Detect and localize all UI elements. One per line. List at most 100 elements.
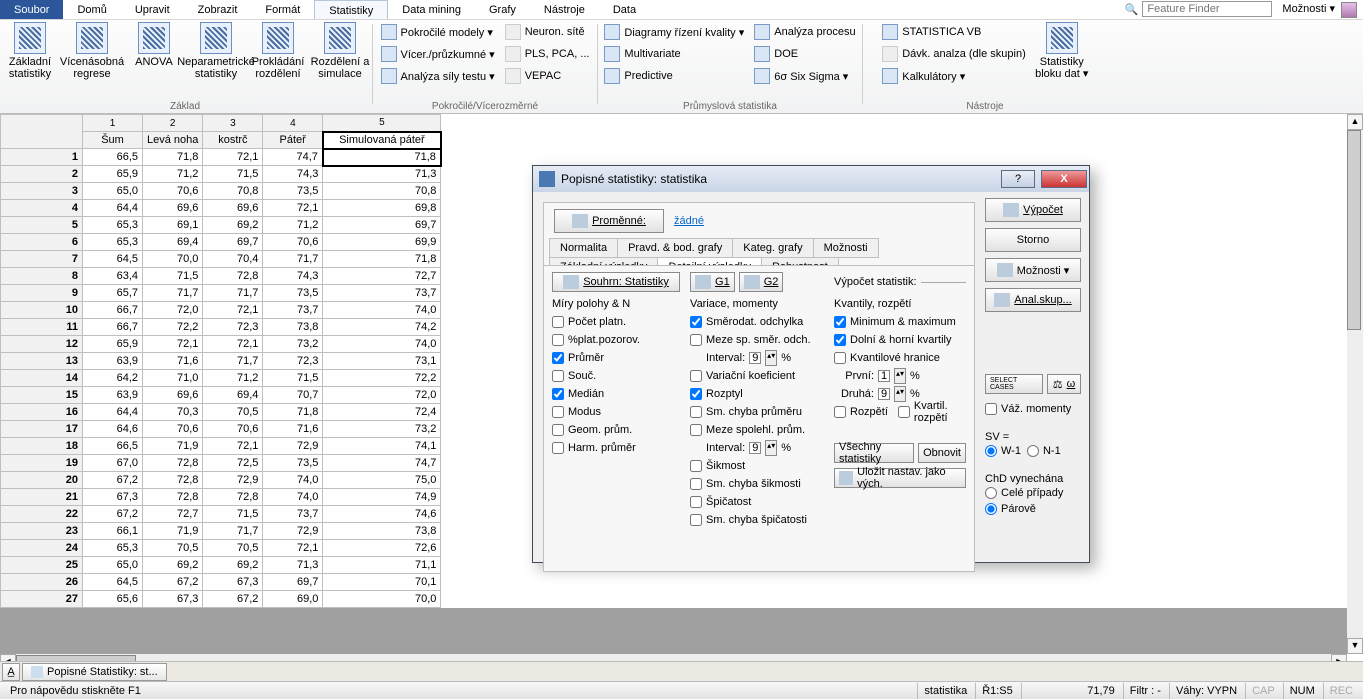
- cell[interactable]: 72,8: [203, 489, 263, 506]
- cell[interactable]: 66,5: [83, 149, 143, 166]
- cell[interactable]: 71,2: [203, 370, 263, 387]
- rozpeti-check[interactable]: Rozpětí: [834, 403, 888, 420]
- cell[interactable]: 71,5: [203, 506, 263, 523]
- cell[interactable]: 66,7: [83, 319, 143, 336]
- col-number[interactable]: 1: [83, 115, 143, 132]
- row-number[interactable]: 4: [1, 200, 83, 217]
- cell[interactable]: 74,3: [263, 166, 323, 183]
- row-number[interactable]: 10: [1, 302, 83, 319]
- col-name[interactable]: Levá noha: [143, 132, 203, 149]
- stat-check[interactable]: Sm. chyba průměru: [690, 403, 824, 420]
- all-stats-button[interactable]: Všechny statistiky: [834, 443, 914, 463]
- cell[interactable]: 73,2: [263, 336, 323, 353]
- row-number[interactable]: 6: [1, 234, 83, 251]
- stat-check[interactable]: Směrodat. odchylka: [690, 313, 824, 330]
- cell[interactable]: 71,9: [143, 523, 203, 540]
- menu-zobrazit[interactable]: Zobrazit: [184, 0, 252, 19]
- cell[interactable]: 63,9: [83, 353, 143, 370]
- col-number[interactable]: 4: [263, 115, 323, 132]
- stat-check[interactable]: Špičatost: [690, 493, 824, 510]
- col-name[interactable]: Simulovaná páteř: [323, 132, 441, 149]
- cell[interactable]: 65,0: [83, 557, 143, 574]
- cell[interactable]: 70,8: [203, 183, 263, 200]
- stat-check[interactable]: Medián: [552, 385, 680, 402]
- cell[interactable]: 74,0: [323, 302, 441, 319]
- stat-check[interactable]: Průměr: [552, 349, 680, 366]
- cell[interactable]: 72,1: [263, 200, 323, 217]
- cell[interactable]: 72,1: [263, 540, 323, 557]
- cell[interactable]: 63,4: [83, 268, 143, 285]
- ribbon-button[interactable]: Analýza procesu: [750, 22, 859, 42]
- cell[interactable]: 72,9: [263, 523, 323, 540]
- cell[interactable]: 64,2: [83, 370, 143, 387]
- cell[interactable]: 67,2: [143, 574, 203, 591]
- cell[interactable]: 71,7: [263, 251, 323, 268]
- close-button[interactable]: X: [1041, 170, 1087, 188]
- cell[interactable]: 69,2: [203, 557, 263, 574]
- cell[interactable]: 74,2: [323, 319, 441, 336]
- ribbon-button[interactable]: Rozdělení asimulace: [310, 20, 370, 80]
- cell[interactable]: 71,8: [323, 149, 441, 166]
- cell[interactable]: 74,6: [323, 506, 441, 523]
- menu-nastroje[interactable]: Nástroje: [530, 0, 599, 19]
- cell[interactable]: 72,8: [203, 268, 263, 285]
- cell[interactable]: 72,0: [143, 302, 203, 319]
- stat-check[interactable]: Meze sp. směr. odch.: [690, 331, 824, 348]
- cell[interactable]: 72,2: [143, 319, 203, 336]
- cell[interactable]: 72,8: [143, 489, 203, 506]
- interval-input[interactable]: [749, 442, 761, 454]
- cell[interactable]: 74,0: [263, 489, 323, 506]
- tab-moznosti[interactable]: Možnosti: [813, 238, 879, 258]
- cell[interactable]: 69,6: [203, 200, 263, 217]
- cell[interactable]: 64,4: [83, 404, 143, 421]
- cell[interactable]: 67,0: [83, 455, 143, 472]
- cell[interactable]: 72,9: [263, 438, 323, 455]
- cell[interactable]: 69,7: [323, 217, 441, 234]
- row-number[interactable]: 13: [1, 353, 83, 370]
- cell[interactable]: 74,3: [263, 268, 323, 285]
- menu-soubor[interactable]: Soubor: [0, 0, 63, 19]
- cell[interactable]: 69,6: [143, 200, 203, 217]
- row-number[interactable]: 20: [1, 472, 83, 489]
- cell[interactable]: 69,7: [263, 574, 323, 591]
- cell[interactable]: 74,9: [323, 489, 441, 506]
- tab-pravd[interactable]: Pravd. & bod. grafy: [617, 238, 733, 258]
- cell[interactable]: 72,4: [323, 404, 441, 421]
- cell[interactable]: 70,0: [323, 591, 441, 608]
- cell[interactable]: 66,1: [83, 523, 143, 540]
- scroll-up-icon[interactable]: ▲: [1347, 114, 1363, 130]
- cell[interactable]: 72,1: [203, 336, 263, 353]
- cell[interactable]: 71,3: [323, 166, 441, 183]
- cell[interactable]: 71,7: [203, 353, 263, 370]
- cell[interactable]: 71,0: [143, 370, 203, 387]
- cell[interactable]: 73,8: [323, 523, 441, 540]
- col-number[interactable]: 3: [203, 115, 263, 132]
- menu-data[interactable]: Data: [599, 0, 650, 19]
- cell[interactable]: 73,1: [323, 353, 441, 370]
- stat-check[interactable]: Kvantilové hranice: [834, 349, 966, 366]
- row-number[interactable]: 19: [1, 455, 83, 472]
- summary-stats-button[interactable]: Souhrn: Statistiky: [552, 272, 680, 292]
- cell[interactable]: 72,1: [143, 336, 203, 353]
- cell[interactable]: 70,5: [143, 540, 203, 557]
- cell[interactable]: 69,4: [203, 387, 263, 404]
- row-number[interactable]: 15: [1, 387, 83, 404]
- ribbon-button[interactable]: STATISTICA VB: [878, 22, 1030, 42]
- cell[interactable]: 65,3: [83, 540, 143, 557]
- cell[interactable]: 66,7: [83, 302, 143, 319]
- cell[interactable]: 71,8: [263, 404, 323, 421]
- cell[interactable]: 70,3: [143, 404, 203, 421]
- cell[interactable]: 69,2: [203, 217, 263, 234]
- cell[interactable]: 72,5: [203, 455, 263, 472]
- menu-statistiky[interactable]: Statistiky: [314, 0, 388, 19]
- cell[interactable]: 70,5: [203, 540, 263, 557]
- stat-check[interactable]: Rozptyl: [690, 385, 824, 402]
- cell[interactable]: 72,8: [143, 455, 203, 472]
- cell[interactable]: 69,8: [323, 200, 441, 217]
- cell[interactable]: 71,6: [143, 353, 203, 370]
- ribbon-button[interactable]: Diagramy řízení kvality ▾: [600, 22, 748, 42]
- row-number[interactable]: 11: [1, 319, 83, 336]
- cell[interactable]: 73,8: [263, 319, 323, 336]
- cell[interactable]: 72,1: [203, 149, 263, 166]
- workbook-tab[interactable]: Popisné Statistiky: st...: [22, 663, 167, 681]
